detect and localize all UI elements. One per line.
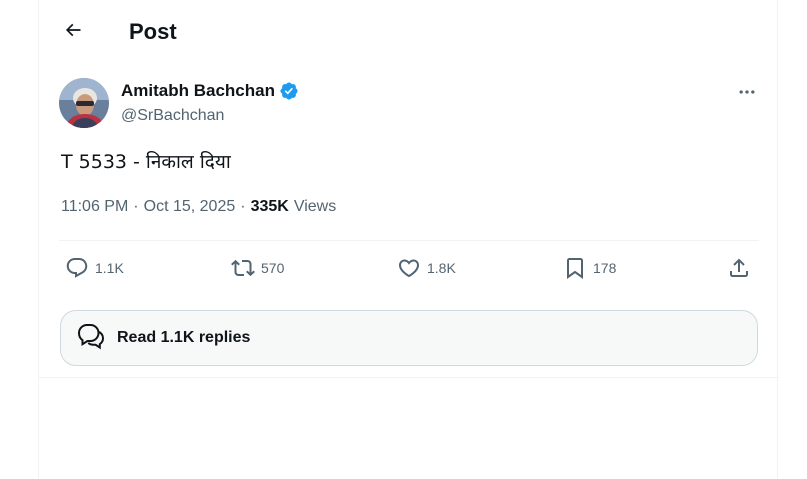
read-replies-label: Read 1.1K replies bbox=[117, 329, 251, 346]
divider bbox=[39, 377, 779, 378]
meta-separator: · bbox=[133, 198, 139, 215]
like-count: 1.8K bbox=[427, 260, 456, 276]
bookmark-count: 178 bbox=[593, 260, 617, 276]
post-header: Post bbox=[39, 0, 779, 64]
more-dots-icon bbox=[737, 82, 757, 107]
verified-badge-icon bbox=[279, 81, 299, 101]
author-block: Amitabh Bachchan @SrBachchan bbox=[59, 78, 759, 134]
reply-count: 1.1K bbox=[95, 260, 124, 276]
divider bbox=[59, 240, 759, 241]
views-count: 335K bbox=[250, 198, 289, 215]
reply-bubble-icon bbox=[65, 256, 89, 280]
author-handle[interactable]: @SrBachchan bbox=[121, 107, 224, 125]
post-text: T 5533 - निकाल दिया bbox=[61, 151, 231, 173]
share-button[interactable] bbox=[727, 256, 751, 280]
page-title: Post bbox=[129, 19, 177, 44]
post-time[interactable]: 11:06 PM bbox=[61, 198, 128, 216]
arrow-left-icon bbox=[63, 20, 83, 45]
display-name[interactable]: Amitabh Bachchan bbox=[121, 81, 275, 101]
post-column: Post Amitabh Bachchan @SrBachchan T 5533… bbox=[38, 0, 779, 479]
post-date[interactable]: Oct 15, 2025 bbox=[144, 198, 236, 216]
repost-button[interactable]: 570 bbox=[231, 256, 284, 280]
more-options-button[interactable] bbox=[735, 82, 759, 106]
avatar[interactable] bbox=[59, 78, 109, 128]
share-upload-icon bbox=[727, 256, 751, 280]
reply-bubbles-icon bbox=[75, 320, 107, 357]
post-meta: 11:06 PM · Oct 15, 2025 · 335K Views bbox=[61, 198, 336, 216]
back-button[interactable] bbox=[55, 14, 91, 50]
action-bar: 1.1K 570 1.8K 178 bbox=[59, 252, 759, 288]
meta-separator: · bbox=[240, 198, 246, 215]
repost-count: 570 bbox=[261, 260, 285, 276]
bookmark-button[interactable]: 178 bbox=[563, 256, 616, 280]
bookmark-icon bbox=[563, 256, 587, 280]
views-label: Views bbox=[293, 198, 337, 215]
reply-button[interactable]: 1.1K bbox=[65, 256, 124, 280]
name-row: Amitabh Bachchan bbox=[121, 81, 299, 101]
heart-icon bbox=[397, 256, 421, 280]
like-button[interactable]: 1.8K bbox=[397, 256, 456, 280]
read-replies-button[interactable]: Read 1.1K replies bbox=[60, 310, 758, 366]
repost-icon bbox=[231, 256, 255, 280]
